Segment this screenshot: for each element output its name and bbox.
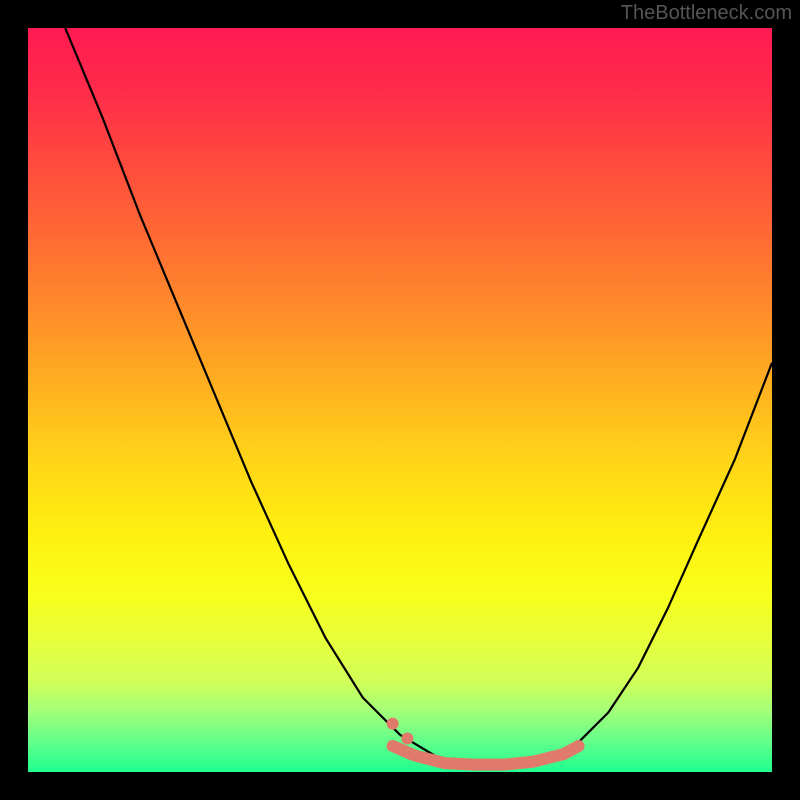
chart-marker-dot [401,733,413,745]
chart-marker-dot [387,718,399,730]
chart-plot-area [28,28,772,772]
chart-markers [387,718,579,765]
chart-svg [28,28,772,772]
chart-highlight-segment [393,746,579,765]
watermark-text: TheBottleneck.com [621,2,792,25]
chart-curve-line [65,28,772,765]
